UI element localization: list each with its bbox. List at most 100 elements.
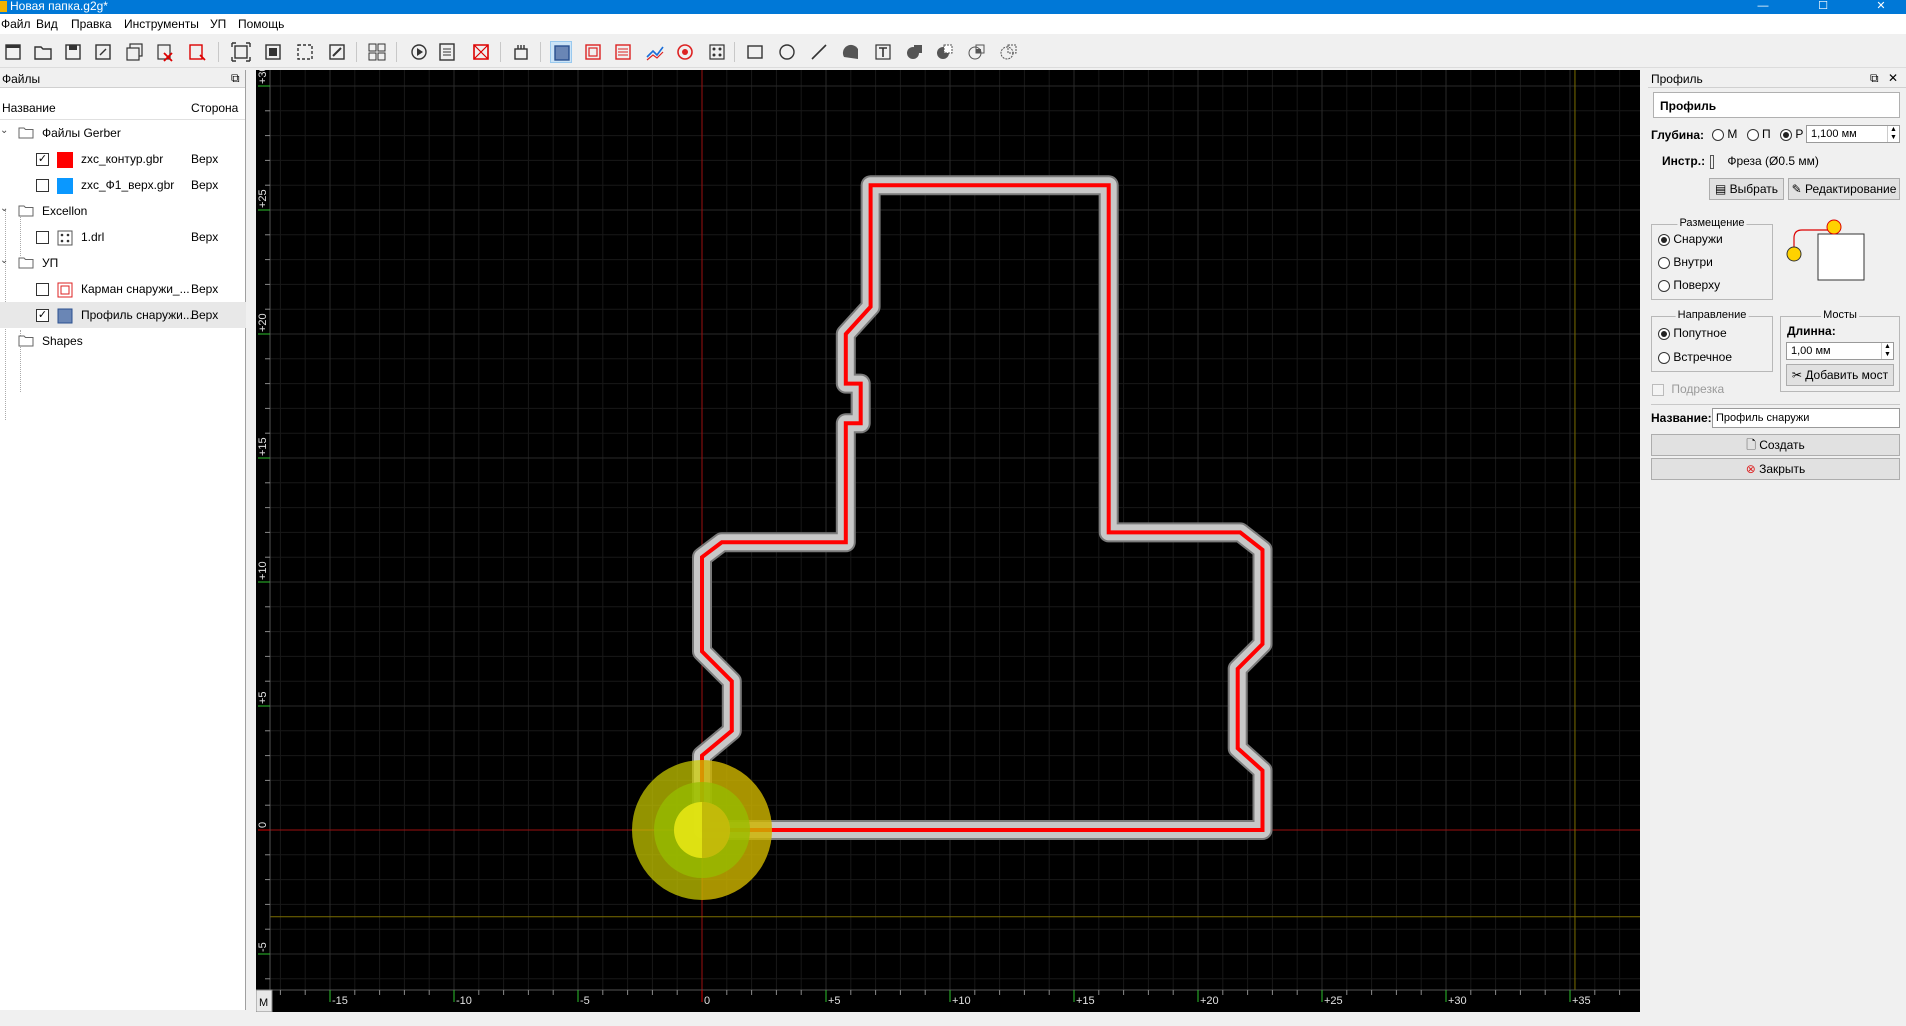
menu-toolpaths[interactable]: УП xyxy=(210,17,226,31)
direction-climb-option[interactable]: Попутное xyxy=(1658,326,1727,340)
climb-radio[interactable] xyxy=(1658,327,1670,340)
visibility-checkbox[interactable]: ✓ xyxy=(36,309,49,322)
tree-folder[interactable]: ⌄ УП xyxy=(0,250,246,276)
thermal-icon[interactable] xyxy=(510,41,532,63)
difference-icon[interactable] xyxy=(934,41,956,63)
depth-spinbox[interactable]: 1,100 мм ▲ ▼ xyxy=(1806,125,1900,143)
placement-outside-option[interactable]: Снаружи xyxy=(1658,232,1723,246)
visibility-checkbox[interactable]: ✓ xyxy=(36,153,49,166)
close-button[interactable]: ⊗ Закрыть xyxy=(1651,458,1900,480)
outside-radio[interactable] xyxy=(1658,233,1670,246)
trim-option[interactable]: Подрезка xyxy=(1652,382,1724,396)
menu-tools[interactable]: Инструменты xyxy=(124,17,199,31)
text-shape-icon[interactable] xyxy=(872,41,894,63)
bridge-length-value: 1,00 мм xyxy=(1791,345,1831,357)
close-window-button[interactable]: ✕ xyxy=(1858,0,1904,14)
tree-item[interactable]: zxc_Ф1_верх.gbr Верх xyxy=(0,172,246,198)
drill-icon xyxy=(57,230,73,246)
create-button[interactable]: 🗋 Создать xyxy=(1651,434,1900,456)
menu-file[interactable]: Файл xyxy=(1,17,31,31)
tree-item[interactable]: Карман снаружи_... Верх xyxy=(0,276,246,302)
add-bridge-label: Добавить мост xyxy=(1805,368,1889,382)
direction-conventional-option[interactable]: Встречное xyxy=(1658,350,1732,364)
open-folder-icon[interactable] xyxy=(32,41,54,63)
pcb-canvas[interactable]: -15 -10 -5 0 +5 +10 +15 +20 +25 +30 +35 +30 +25 +20 +1… xyxy=(256,70,1640,1012)
voronoi-icon[interactable] xyxy=(644,41,666,63)
on-radio[interactable] xyxy=(1658,279,1670,292)
files-panel-header: Файлы ⧉ xyxy=(0,70,245,88)
menu-edit[interactable]: Правка xyxy=(71,17,112,31)
close-panel-icon[interactable]: ✕ xyxy=(1888,71,1898,85)
save-as-icon[interactable] xyxy=(92,41,114,63)
zoom-selection-icon[interactable] xyxy=(294,41,316,63)
select-tool-button[interactable]: ▤ Выбрать xyxy=(1709,178,1784,200)
depth-r-radio[interactable] xyxy=(1780,128,1792,141)
tree-item[interactable]: ✓ zxc_контур.gbr Верх xyxy=(0,146,246,172)
thermal-relief-icon[interactable] xyxy=(674,41,696,63)
save-all-icon[interactable] xyxy=(124,41,146,63)
depth-m-radio[interactable] xyxy=(1712,128,1724,141)
pocket-raster-icon[interactable] xyxy=(612,41,634,63)
arc-shape-icon[interactable] xyxy=(840,41,862,63)
visibility-checkbox[interactable] xyxy=(36,283,49,296)
toolpath-name-input[interactable]: Профиль снаружи xyxy=(1712,408,1900,428)
profile-tool-icon[interactable] xyxy=(550,41,572,63)
close-all-icon[interactable] xyxy=(186,41,208,63)
intersection-icon[interactable] xyxy=(966,41,988,63)
profile-icon xyxy=(57,308,73,324)
expand-arrow-icon[interactable]: ⌄ xyxy=(0,203,8,214)
minimize-button[interactable]: — xyxy=(1740,0,1786,14)
menu-view[interactable]: Вид xyxy=(36,17,58,31)
tree-item-side: Верх xyxy=(191,282,219,296)
expand-arrow-icon[interactable]: ⌄ xyxy=(0,255,8,266)
zoom-fit-icon[interactable] xyxy=(230,41,252,63)
y-tick-label: +30 xyxy=(257,70,269,84)
placement-on-option[interactable]: Поверху xyxy=(1658,278,1720,292)
tree-folder[interactable]: Shapes xyxy=(0,328,246,354)
run-simulation-icon[interactable] xyxy=(408,41,430,63)
graphics-view[interactable]: -15 -10 -5 0 +5 +10 +15 +20 +25 +30 +35 +30 +25 +20 +1… xyxy=(256,70,1640,1012)
placement-inside-option[interactable]: Внутри xyxy=(1658,255,1713,269)
gcode-properties-icon[interactable] xyxy=(436,41,458,63)
union-icon[interactable] xyxy=(904,41,926,63)
undock-icon[interactable]: ⧉ xyxy=(1870,71,1879,86)
bridge-length-spinbox[interactable]: 1,00 мм ▲ ▼ xyxy=(1786,342,1894,360)
tree-folder[interactable]: ⌄ Excellon xyxy=(0,198,246,224)
close-file-icon[interactable] xyxy=(154,41,176,63)
drilling-icon[interactable] xyxy=(706,41,728,63)
add-bridge-button[interactable]: ✂ Добавить мост xyxy=(1786,364,1894,386)
col-name-header[interactable]: Название xyxy=(2,101,56,115)
menu-help[interactable]: Помощь xyxy=(238,17,284,31)
layer-color-swatch-icon[interactable] xyxy=(57,152,73,168)
zoom-all-icon[interactable] xyxy=(262,41,284,63)
spin-arrows-icon[interactable]: ▲ ▼ xyxy=(1887,126,1899,142)
x-tick-label: -5 xyxy=(580,995,590,1007)
maximize-button[interactable]: ☐ xyxy=(1800,0,1846,14)
divider xyxy=(1651,404,1900,405)
new-file-icon[interactable] xyxy=(2,41,24,63)
spin-arrows-icon[interactable]: ▲ ▼ xyxy=(1881,343,1893,359)
zoom-toolpath-icon[interactable] xyxy=(326,41,348,63)
undock-icon[interactable]: ⧉ xyxy=(231,71,240,86)
circle-shape-icon[interactable] xyxy=(776,41,798,63)
rectangle-shape-icon[interactable] xyxy=(744,41,766,63)
trim-checkbox[interactable] xyxy=(1652,383,1664,396)
tree-item[interactable]: ✓ Профиль снаружи... Верх xyxy=(0,302,246,328)
layer-color-swatch-icon[interactable] xyxy=(57,178,73,194)
visibility-checkbox[interactable] xyxy=(36,231,49,244)
pocket-offset-icon[interactable] xyxy=(582,41,604,63)
conventional-radio[interactable] xyxy=(1658,351,1670,364)
line-shape-icon[interactable] xyxy=(808,41,830,63)
expand-arrow-icon[interactable]: ⌄ xyxy=(0,125,8,136)
tree-folder[interactable]: ⌄ Файлы Gerber xyxy=(0,120,246,146)
inside-radio[interactable] xyxy=(1658,256,1670,269)
col-side-header[interactable]: Сторона xyxy=(191,101,238,115)
depth-p-radio[interactable] xyxy=(1746,128,1759,141)
autoplace-icon[interactable] xyxy=(366,41,388,63)
xor-icon[interactable] xyxy=(998,41,1020,63)
edit-tool-button[interactable]: ✎ Редактирование xyxy=(1788,178,1900,200)
visibility-checkbox[interactable] xyxy=(36,179,49,192)
ruler-icon[interactable] xyxy=(470,41,492,63)
tree-item[interactable]: 1.drl Верх xyxy=(0,224,246,250)
save-icon[interactable] xyxy=(62,41,84,63)
